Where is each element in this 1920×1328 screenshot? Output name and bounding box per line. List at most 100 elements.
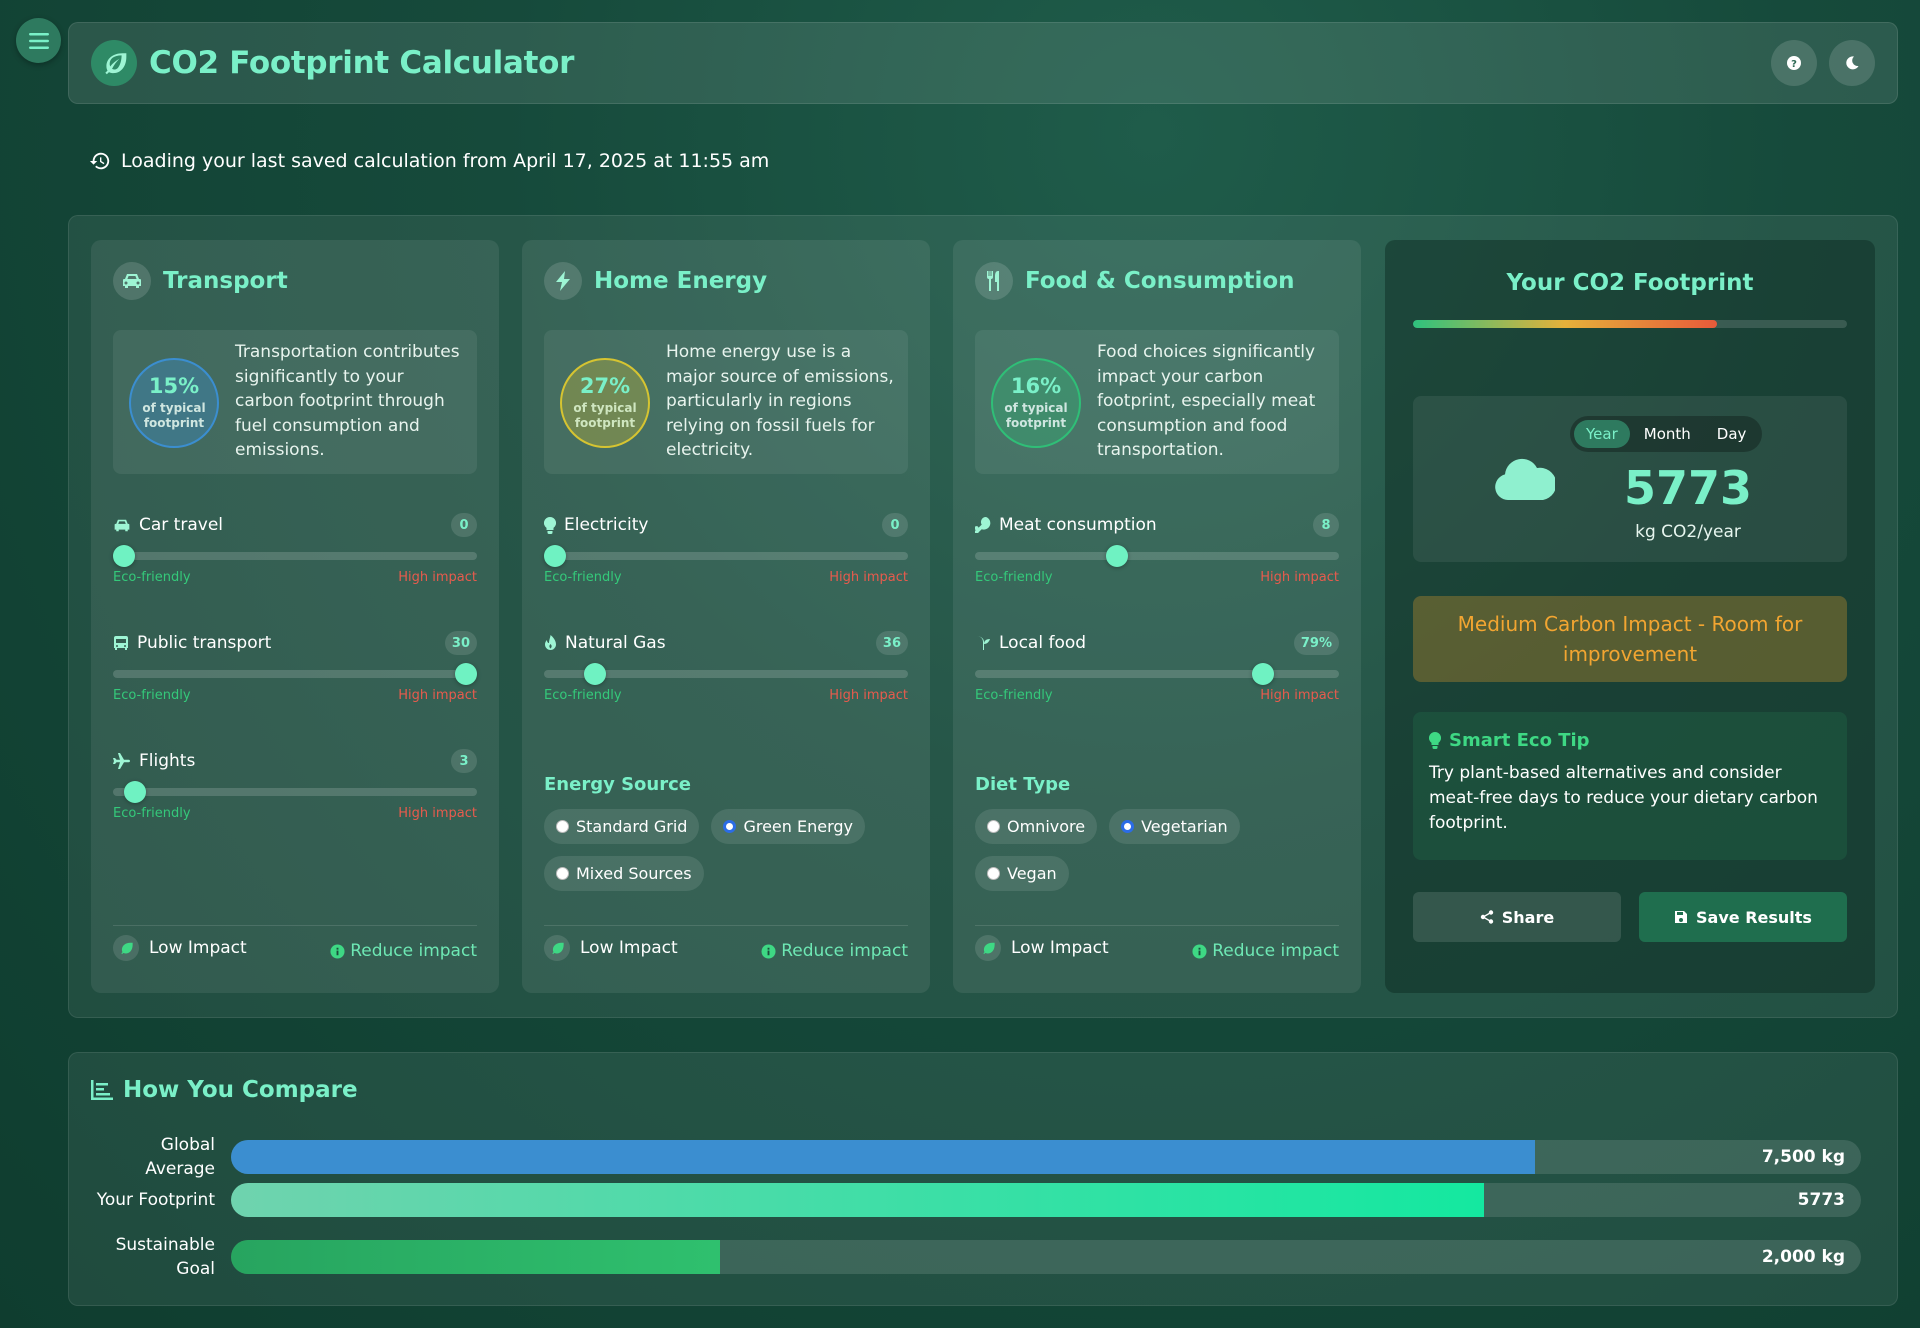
compare-value: 2,000 kg bbox=[1761, 1247, 1845, 1267]
food-title: Food & Consumption bbox=[1025, 268, 1295, 294]
electricity-slider[interactable] bbox=[543, 545, 908, 567]
question-icon: ? bbox=[1787, 56, 1801, 70]
compare-fill bbox=[231, 1140, 1535, 1174]
slider-value: 36 bbox=[875, 631, 908, 655]
tab-day[interactable]: Day bbox=[1705, 420, 1759, 448]
bolt-icon bbox=[544, 262, 582, 300]
slider-label: Public transport bbox=[137, 633, 272, 653]
compare-label: Sustainable Goal bbox=[115, 1235, 215, 1279]
high-label: High impact bbox=[829, 570, 908, 585]
local-food-slider[interactable] bbox=[975, 663, 1339, 685]
food-description: Food choices significantly impact your c… bbox=[1097, 342, 1316, 460]
option-omnivore[interactable]: Omnivore bbox=[975, 809, 1098, 844]
calculator-panel: Transport 15% of typical footprint Trans… bbox=[68, 215, 1898, 1018]
bar-chart-icon bbox=[91, 1080, 113, 1100]
reduce-impact-link[interactable]: Reduce impact bbox=[1192, 941, 1339, 961]
radio-button[interactable] bbox=[1121, 820, 1135, 833]
slider-public-transport: Public transport 30 Eco-friendly High im… bbox=[113, 630, 478, 703]
slider-label: Electricity bbox=[564, 515, 649, 535]
dark-mode-button[interactable] bbox=[1829, 40, 1875, 86]
radio-button[interactable] bbox=[987, 820, 1000, 833]
radio-button[interactable] bbox=[556, 867, 569, 880]
gauge-fill bbox=[1413, 320, 1717, 328]
natural-gas-slider[interactable] bbox=[544, 663, 908, 685]
share-button[interactable]: Share bbox=[1413, 892, 1621, 942]
option-vegan[interactable]: Vegan bbox=[975, 856, 1069, 891]
car-travel-slider[interactable] bbox=[112, 545, 477, 567]
transport-percent-label: of typical footprint bbox=[142, 400, 206, 430]
app-header: CO2 Footprint Calculator ? bbox=[68, 22, 1898, 104]
high-label: High impact bbox=[398, 806, 477, 821]
slider-thumb[interactable] bbox=[583, 663, 606, 685]
transport-info: 15% of typical footprint Transportation … bbox=[113, 330, 477, 474]
history-icon bbox=[89, 152, 110, 170]
flights-slider[interactable] bbox=[113, 781, 477, 803]
option-vegetarian[interactable]: Vegetarian bbox=[1109, 809, 1240, 844]
reduce-impact-label: Reduce impact bbox=[1212, 941, 1339, 961]
slider-thumb[interactable] bbox=[123, 781, 146, 803]
home-energy-card: Home Energy 27% of typical footprint Hom… bbox=[522, 240, 930, 993]
menu-button[interactable] bbox=[16, 18, 61, 63]
tab-year[interactable]: Year bbox=[1574, 420, 1630, 448]
option-mixed-sources[interactable]: Mixed Sources bbox=[544, 856, 704, 891]
compare-row-goal: Sustainable Goal 2,000 kg bbox=[91, 1233, 1881, 1281]
slider-meat-consumption: Meat consumption 8 Eco-friendly High imp… bbox=[975, 512, 1339, 585]
slider-value: 0 bbox=[451, 513, 477, 537]
transport-title: Transport bbox=[163, 268, 288, 294]
eco-label: Eco-friendly bbox=[544, 688, 622, 703]
result-title: Your CO2 Footprint bbox=[1506, 270, 1754, 296]
slider-label: Meat consumption bbox=[999, 515, 1157, 535]
food-info: 16% of typical footprint Food choices si… bbox=[975, 330, 1339, 474]
app-title: CO2 Footprint Calculator bbox=[149, 45, 575, 81]
option-label: Mixed Sources bbox=[576, 864, 692, 883]
slider-label: Local food bbox=[999, 633, 1087, 653]
slider-thumb[interactable] bbox=[543, 545, 566, 567]
high-label: High impact bbox=[1260, 688, 1339, 703]
slider-thumb[interactable] bbox=[1251, 663, 1274, 685]
slider-natural-gas: Natural Gas 36 Eco-friendly High impact bbox=[544, 630, 908, 703]
option-label: Vegan bbox=[1007, 864, 1057, 883]
option-green-energy[interactable]: Green Energy bbox=[711, 809, 866, 844]
car-icon bbox=[113, 262, 151, 300]
car-icon bbox=[114, 519, 130, 531]
option-label: Vegetarian bbox=[1141, 817, 1228, 836]
reduce-impact-link[interactable]: Reduce impact bbox=[761, 941, 908, 961]
option-label: Green Energy bbox=[743, 817, 854, 836]
reduce-impact-link[interactable]: Reduce impact bbox=[330, 941, 477, 961]
radio-button[interactable] bbox=[556, 820, 569, 833]
slider-car-travel: Car travel 0 Eco-friendly High impact bbox=[112, 512, 477, 585]
leaf-icon bbox=[975, 935, 1001, 961]
high-label: High impact bbox=[829, 688, 908, 703]
slider-local-food: Local food 79% Eco-friendly High impact bbox=[975, 630, 1339, 703]
footprint-value: 5773 bbox=[1623, 461, 1753, 515]
tip-text: Try plant-based alternatives and conside… bbox=[1429, 763, 1818, 833]
help-button[interactable]: ? bbox=[1771, 40, 1817, 86]
high-label: High impact bbox=[398, 570, 477, 585]
diet-type-options: Omnivore Vegetarian Vegan bbox=[975, 809, 1345, 891]
home-percent-badge: 27% of typical footprint bbox=[560, 358, 650, 448]
tab-month[interactable]: Month bbox=[1632, 420, 1703, 448]
comparison-header: How You Compare bbox=[91, 1077, 358, 1103]
meat-consumption-slider[interactable] bbox=[975, 545, 1339, 567]
radio-button[interactable] bbox=[987, 867, 1000, 880]
slider-thumb[interactable] bbox=[455, 663, 478, 685]
compare-fill bbox=[231, 1183, 1485, 1217]
compare-label: Your Footprint bbox=[96, 1190, 215, 1210]
drumstick-icon bbox=[975, 517, 991, 533]
option-standard-grid[interactable]: Standard Grid bbox=[544, 809, 700, 844]
impact-level: Low Impact bbox=[1011, 938, 1109, 958]
public-transport-slider[interactable] bbox=[113, 663, 478, 685]
loading-status: Loading your last saved calculation from… bbox=[89, 150, 769, 172]
transport-footer: Low Impact Reduce impact bbox=[113, 925, 477, 973]
slider-thumb[interactable] bbox=[1105, 545, 1128, 567]
slider-thumb[interactable] bbox=[112, 545, 135, 567]
radio-button[interactable] bbox=[723, 820, 737, 833]
compare-bar: 2,000 kg bbox=[231, 1240, 1861, 1274]
home-energy-info: 27% of typical footprint Home energy use… bbox=[544, 330, 908, 474]
save-results-button[interactable]: Save Results bbox=[1639, 892, 1847, 942]
food-percent: 16% bbox=[1010, 374, 1062, 399]
home-percent: 27% bbox=[579, 374, 631, 399]
eco-label: Eco-friendly bbox=[113, 806, 191, 821]
compare-fill bbox=[231, 1240, 720, 1274]
leaf-icon bbox=[113, 935, 139, 961]
